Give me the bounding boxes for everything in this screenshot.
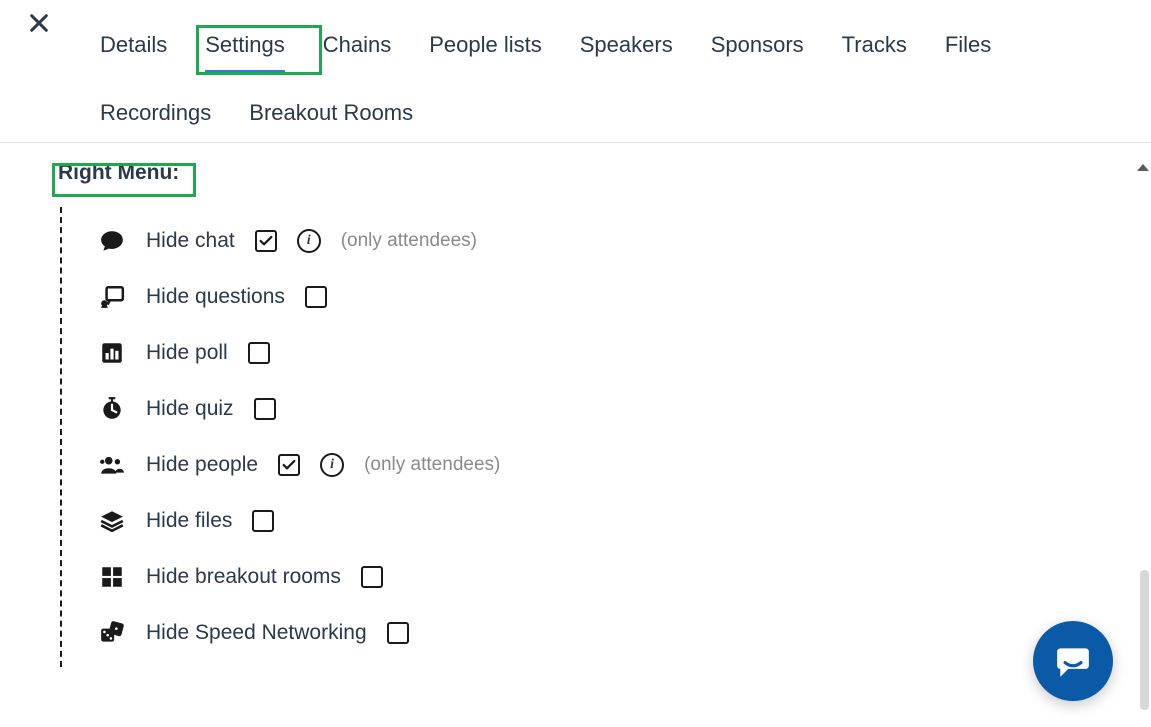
option-label: Hide poll [146,341,228,365]
option-label: Hide people [146,453,258,477]
option-hint: (only attendees) [364,454,500,476]
checkbox-hide-breakout-rooms[interactable] [361,566,383,588]
option-row-hide-people: Hide people i (only attendees) [98,437,1151,493]
checkbox-hide-people[interactable] [278,454,300,476]
tab-files[interactable]: Files [945,32,991,62]
poll-icon [98,339,126,367]
tab-speakers[interactable]: Speakers [580,32,673,62]
tab-settings[interactable]: Settings [205,32,285,62]
scrollbar[interactable] [1140,570,1149,710]
settings-content: Right Menu: Hide chati(only attendees)Hi… [0,143,1151,667]
option-label: Hide quiz [146,397,234,421]
section-title-right-menu: Right Menu: [58,161,1151,185]
option-row-hide-files: Hide files [98,493,1151,549]
checkbox-hide-files[interactable] [252,510,274,532]
option-row-hide-quiz: Hide quiz [98,381,1151,437]
info-icon[interactable]: i [320,453,344,477]
option-row-hide-breakout-rooms: Hide breakout rooms [98,549,1151,605]
close-icon [28,12,50,34]
checkbox-hide-speed-networking[interactable] [387,622,409,644]
top-bar: Details Settings Chains People lists Speaker… [0,0,1151,143]
tab-breakout-rooms[interactable]: Breakout Rooms [249,100,413,130]
info-icon[interactable]: i [297,229,321,253]
option-row-hide-questions: Hide questions [98,269,1151,325]
people-icon [98,451,126,479]
tab-details[interactable]: Details [100,32,167,62]
tab-people-lists[interactable]: People lists [429,32,542,62]
option-label: Hide questions [146,285,285,309]
questions-icon [98,283,126,311]
option-hint: (only attendees) [341,230,477,252]
option-label: Hide files [146,509,232,533]
quiz-icon [98,395,126,423]
checkbox-hide-quiz[interactable] [254,398,276,420]
breakout-icon [98,563,126,591]
option-row-hide-chat: Hide chat i (only attendees) [98,213,1151,269]
option-row-hide-poll: Hide poll [98,325,1151,381]
checkbox-hide-questions[interactable] [305,286,327,308]
dice-icon [98,619,126,647]
checkbox-hide-chat[interactable] [255,230,277,252]
chat-bubble-icon [1054,642,1092,680]
options-list: Hide chat i (only attendees) Hide questions… [60,207,1151,667]
tab-sponsors[interactable]: Sponsors [711,32,804,62]
option-row-hide-speed-networking: Hide Speed Networking [98,605,1151,661]
close-button[interactable] [22,6,56,40]
support-chat-button[interactable] [1033,621,1113,701]
files-icon [98,507,126,535]
tab-tracks[interactable]: Tracks [842,32,907,62]
option-label: Hide Speed Networking [146,621,367,645]
tab-recordings[interactable]: Recordings [100,100,211,130]
scroll-up-arrow[interactable] [1137,164,1149,171]
tab-chains[interactable]: Chains [323,32,391,62]
tabs-container: Details Settings Chains People lists Speaker… [0,0,1060,130]
option-label: Hide chat [146,229,235,253]
checkbox-hide-poll[interactable] [248,342,270,364]
chat-icon [98,227,126,255]
option-label: Hide breakout rooms [146,565,341,589]
